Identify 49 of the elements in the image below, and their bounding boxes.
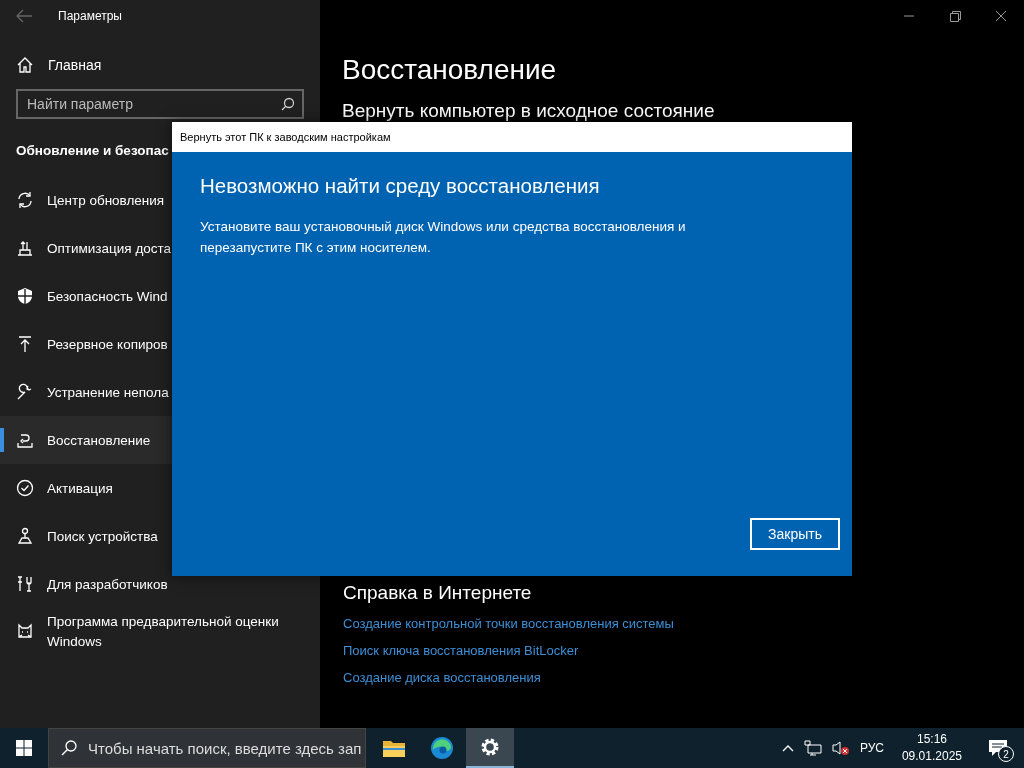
back-arrow-icon[interactable] [16, 9, 32, 23]
wrench-icon [16, 383, 34, 401]
section-heading: Вернуть компьютер в исходное состояние [342, 100, 716, 122]
search-icon [281, 97, 295, 111]
sidebar-item[interactable]: Поиск устройства [0, 512, 172, 560]
home-icon [16, 56, 34, 74]
help-link[interactable]: Создание диска восстановления [343, 670, 674, 697]
gear-icon [479, 736, 501, 758]
taskbar-app[interactable] [466, 728, 514, 768]
language-indicator[interactable]: РУС [859, 741, 884, 755]
shield-icon [16, 287, 34, 305]
sidebar-item[interactable]: Оптимизация доста [0, 224, 172, 272]
sidebar-item[interactable]: Безопасность Wind [0, 272, 172, 320]
close-button[interactable]: Закрыть [750, 518, 840, 550]
sidebar-item[interactable]: Для разработчиков [0, 560, 172, 608]
folder-icon [382, 738, 406, 758]
sidebar-item[interactable]: Устранение непола [0, 368, 172, 416]
home-nav-item[interactable]: Главная [0, 41, 320, 89]
check-circle-icon [16, 479, 34, 497]
upload-tray-icon [16, 239, 34, 257]
chevron-up-icon[interactable] [781, 744, 794, 752]
sidebar-item[interactable]: Центр обновления [0, 176, 172, 224]
clock[interactable]: 15:16 09.01.2025 [901, 731, 962, 765]
upload-arrow-icon [16, 335, 34, 353]
taskbar-search-field[interactable]: Чтобы начать поиск, введите здесь зап [48, 728, 366, 768]
dialog-message: Установите ваш установочный диск Windows или средства восстановления и перезапустите ПК с этим носителем. [200, 218, 687, 257]
cat-icon [16, 623, 34, 641]
help-link[interactable]: Поиск ключа восстановления BitLocker [343, 643, 674, 670]
browser-icon [430, 736, 454, 760]
window-title: Параметры [58, 9, 122, 23]
windows-logo-icon [16, 740, 32, 756]
sync-icon [16, 191, 34, 209]
section-title: Обновление и безопас [15, 143, 170, 158]
restore-icon [16, 431, 34, 449]
muted-speaker-icon[interactable] [831, 740, 850, 756]
search-field[interactable]: Найти параметр [16, 89, 304, 119]
sidebar-item[interactable]: Программа предварительной оценки Windows [0, 608, 320, 656]
section-heading: Справка в Интернете [343, 582, 533, 604]
tools-icon [16, 575, 34, 593]
help-link[interactable]: Создание контрольной точки восстановления системы [343, 616, 674, 643]
network-icon[interactable] [803, 740, 822, 756]
dialog-heading: Невозможно найти среду восстановления [200, 174, 601, 198]
page-title: Восстановление [342, 54, 558, 86]
sidebar-item[interactable]: Восстановление [0, 416, 172, 464]
person-pin-icon [16, 527, 34, 545]
sidebar-item[interactable]: Активация [0, 464, 172, 512]
dialog-title: Вернуть этот ПК к заводским настройкам [172, 122, 852, 152]
sidebar-item[interactable]: Резервное копиров [0, 320, 172, 368]
notification-button[interactable]: 2 [980, 733, 1016, 763]
